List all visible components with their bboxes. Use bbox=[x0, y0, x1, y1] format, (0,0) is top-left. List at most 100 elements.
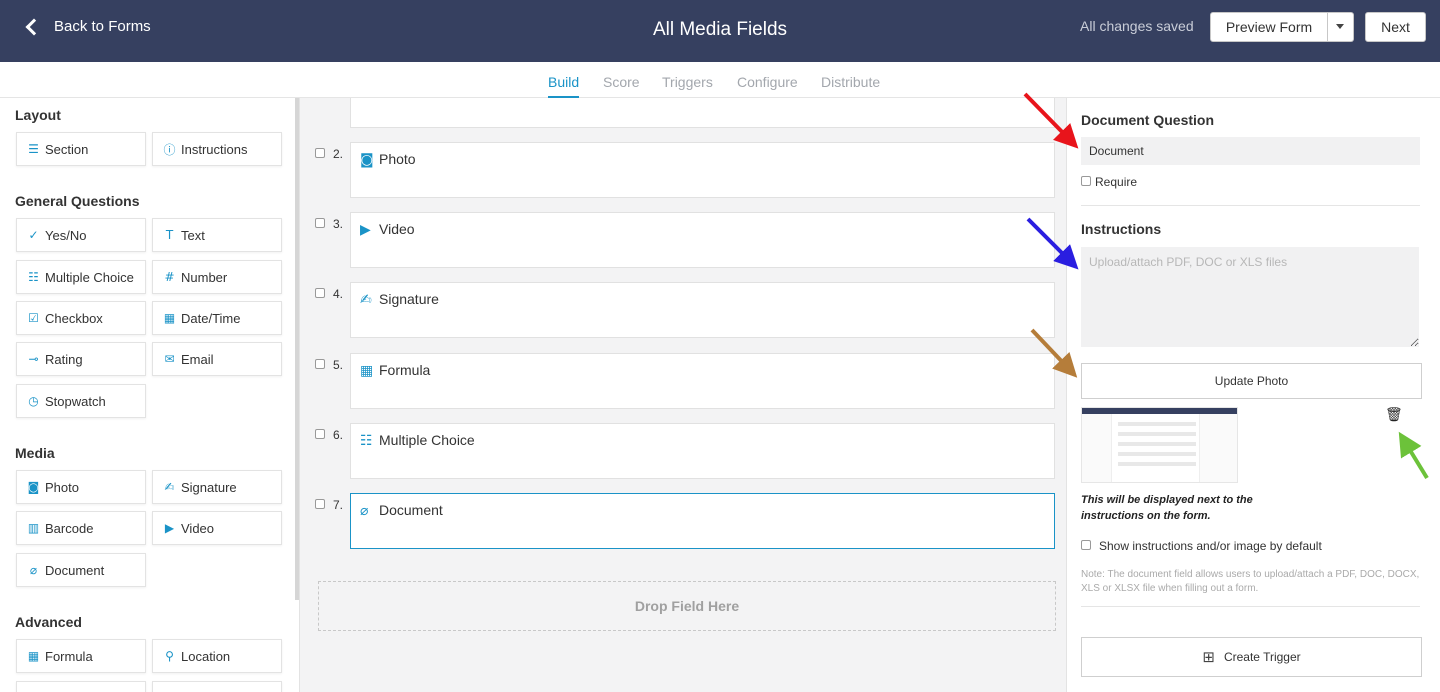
drop-zone[interactable]: Drop Field Here bbox=[318, 581, 1056, 631]
tool-signature[interactable]: ✍ Signature bbox=[152, 470, 282, 504]
show-by-default-label: Show instructions and/or image by defaul… bbox=[1099, 539, 1322, 553]
tool-label: Date/Time bbox=[181, 310, 241, 326]
tool-number[interactable]: # Number bbox=[152, 260, 282, 294]
tool-date-time[interactable]: ▦ Date/Time bbox=[152, 301, 282, 335]
tab-score[interactable]: Score bbox=[603, 74, 640, 90]
tab-distribute[interactable]: Distribute bbox=[821, 74, 880, 90]
section-icon: ☰ bbox=[28, 142, 39, 156]
trash-icon[interactable]: 🗑 bbox=[1385, 407, 1403, 423]
question-label: Photo bbox=[379, 151, 416, 167]
question-card-multiple-choice[interactable]: ☷ Multiple Choice bbox=[350, 423, 1055, 479]
question-card-formula[interactable]: ▦ Formula bbox=[350, 353, 1055, 409]
instruction-image-thumbnail bbox=[1081, 407, 1238, 483]
tool-label: Location bbox=[181, 648, 231, 664]
tool-barcode[interactable]: ▥ Barcode bbox=[16, 511, 146, 545]
next-button[interactable]: Next bbox=[1365, 12, 1426, 42]
paperclip-icon: ⌀ bbox=[29, 563, 38, 577]
form-canvas: 2. ◙ Photo 3. ▶ Video 4. ✍ Signature 5. … bbox=[301, 98, 1066, 692]
tool-label: Signature bbox=[181, 479, 237, 495]
tool-partial[interactable] bbox=[152, 681, 282, 692]
question-select-checkbox[interactable] bbox=[315, 148, 325, 158]
stopwatch-icon: ◷ bbox=[28, 394, 39, 408]
question-number: 7. bbox=[333, 498, 344, 512]
tool-label: Formula bbox=[45, 648, 93, 664]
section-title-media: Media bbox=[15, 445, 55, 461]
properties-panel: Document Question Require Instructions U… bbox=[1066, 98, 1440, 692]
question-type-title: Document Question bbox=[1081, 112, 1215, 128]
preview-button-group: Preview Form bbox=[1210, 12, 1354, 42]
question-card-signature[interactable]: ✍ Signature bbox=[350, 282, 1055, 338]
tool-checkbox[interactable]: ☑ Checkbox bbox=[16, 301, 146, 335]
show-by-default-checkbox[interactable] bbox=[1081, 540, 1091, 550]
tool-location[interactable]: ⚲ Location bbox=[152, 639, 282, 673]
top-bar: Back to Forms All Media Fields All chang… bbox=[0, 0, 1440, 62]
tool-label: Document bbox=[45, 562, 105, 578]
camera-icon: ◙ bbox=[360, 152, 374, 168]
tool-multiple-choice[interactable]: ☷ Multiple Choice bbox=[16, 260, 146, 294]
info-icon: ⓘ bbox=[163, 142, 176, 157]
checkbox-icon: ☑ bbox=[28, 311, 39, 325]
question-name-input[interactable] bbox=[1081, 137, 1420, 165]
tool-text[interactable]: T Text bbox=[152, 218, 282, 252]
question-card-video[interactable]: ▶ Video bbox=[350, 212, 1055, 268]
tab-build[interactable]: Build bbox=[548, 74, 580, 98]
tab-configure[interactable]: Configure bbox=[737, 74, 798, 90]
tool-instructions[interactable]: ⓘ Instructions bbox=[152, 132, 282, 166]
divider bbox=[1081, 606, 1420, 607]
tool-formula[interactable]: ▦ Formula bbox=[16, 639, 146, 673]
question-card-photo[interactable]: ◙ Photo bbox=[350, 142, 1055, 198]
question-number: 6. bbox=[333, 428, 344, 442]
rating-icon: ⊸ bbox=[28, 352, 39, 366]
yes-no-icon: ✓ bbox=[28, 228, 39, 242]
location-icon: ⚲ bbox=[165, 649, 174, 663]
question-select-checkbox[interactable] bbox=[315, 218, 325, 228]
tool-label: Checkbox bbox=[45, 310, 103, 326]
instructions-title: Instructions bbox=[1081, 221, 1162, 237]
question-number: 5. bbox=[333, 358, 344, 372]
video-icon: ▶ bbox=[164, 521, 175, 535]
camera-icon: ◙ bbox=[27, 480, 40, 494]
tool-video[interactable]: ▶ Video bbox=[152, 511, 282, 545]
question-number: 2. bbox=[333, 147, 344, 161]
chevron-left-icon bbox=[25, 18, 43, 35]
tool-stopwatch[interactable]: ◷ Stopwatch bbox=[16, 384, 146, 418]
section-title-advanced: Advanced bbox=[15, 614, 82, 630]
field-palette: Layout ☰ Section ⓘ Instructions General … bbox=[0, 98, 300, 692]
question-select-checkbox[interactable] bbox=[315, 429, 325, 439]
create-trigger-button[interactable]: ⊞ Create Trigger bbox=[1081, 637, 1422, 677]
question-select-checkbox[interactable] bbox=[315, 359, 325, 369]
back-label: Back to Forms bbox=[54, 18, 151, 35]
tool-label: Photo bbox=[45, 479, 79, 495]
tool-label: Video bbox=[181, 520, 215, 536]
question-select-checkbox[interactable] bbox=[315, 288, 325, 298]
question-card-document[interactable]: ⌀ Document bbox=[350, 493, 1055, 549]
require-label: Require bbox=[1095, 175, 1138, 189]
tool-photo[interactable]: ◙ Photo bbox=[16, 470, 146, 504]
tool-label: Rating bbox=[45, 351, 83, 367]
preview-dropdown-button[interactable] bbox=[1328, 12, 1354, 42]
tool-rating[interactable]: ⊸ Rating bbox=[16, 342, 146, 376]
tool-document[interactable]: ⌀ Document bbox=[16, 553, 146, 587]
tool-yes-no[interactable]: ✓ Yes/No bbox=[16, 218, 146, 252]
update-photo-button[interactable]: Update Photo bbox=[1081, 363, 1422, 399]
instructions-textarea[interactable] bbox=[1081, 247, 1419, 347]
trigger-icon: ⊞ bbox=[1202, 648, 1215, 666]
tool-section[interactable]: ☰ Section bbox=[16, 132, 146, 166]
tool-label: Instructions bbox=[181, 141, 248, 157]
tool-label: Stopwatch bbox=[45, 393, 106, 409]
require-checkbox[interactable] bbox=[1081, 176, 1091, 186]
tool-partial[interactable] bbox=[16, 681, 146, 692]
text-icon: T bbox=[165, 228, 174, 242]
question-card-previous[interactable] bbox=[350, 98, 1055, 128]
video-icon: ▶ bbox=[360, 222, 371, 238]
preview-form-button[interactable]: Preview Form bbox=[1210, 12, 1328, 42]
question-select-checkbox[interactable] bbox=[315, 499, 325, 509]
tool-email[interactable]: ✉ Email bbox=[152, 342, 282, 376]
back-to-forms-link[interactable]: Back to Forms bbox=[24, 18, 151, 35]
tool-label: Multiple Choice bbox=[45, 269, 134, 285]
tab-triggers[interactable]: Triggers bbox=[662, 74, 713, 90]
calendar-icon: ▦ bbox=[163, 311, 176, 325]
image-caption: This will be displayed next to the instr… bbox=[1081, 494, 1253, 522]
sidebar-scrollbar[interactable] bbox=[295, 98, 299, 600]
formula-icon: ▦ bbox=[27, 649, 40, 663]
